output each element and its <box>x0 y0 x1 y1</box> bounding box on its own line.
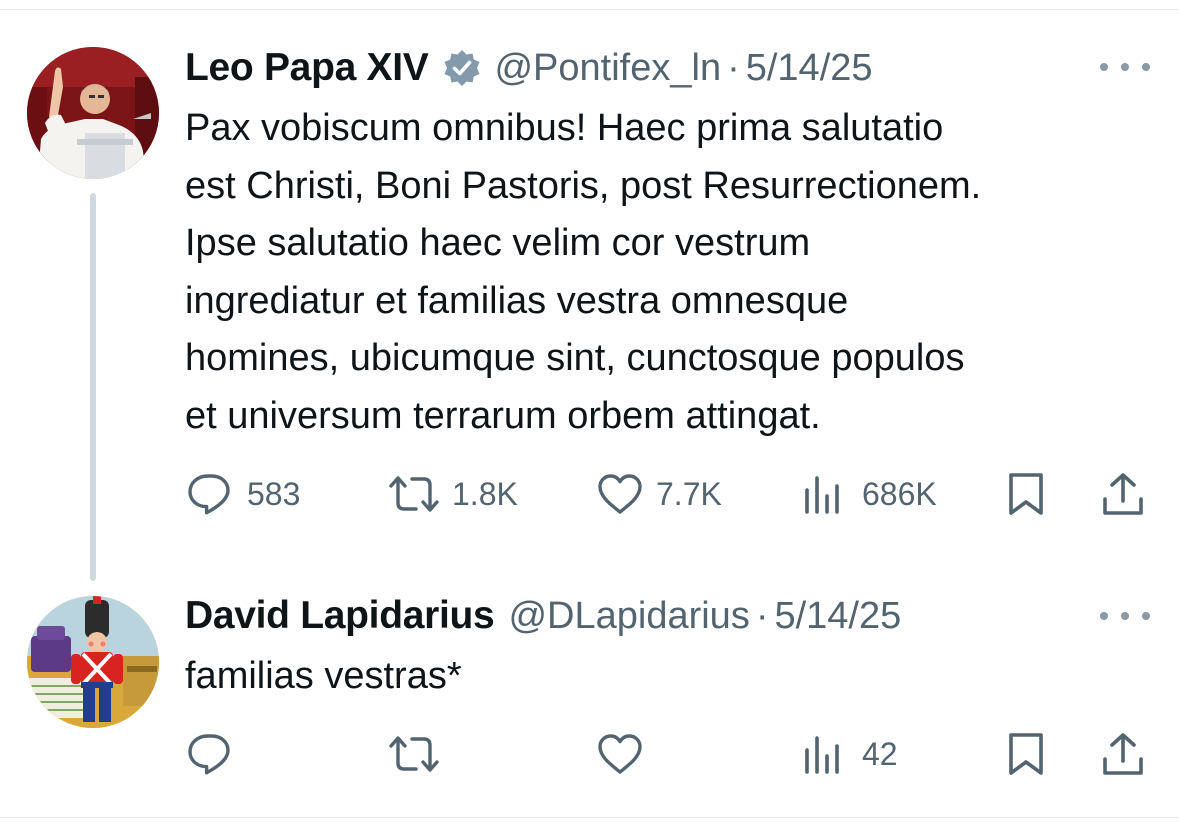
avatar-leo-papa[interactable] <box>27 47 159 179</box>
bookmark-icon <box>1009 733 1043 775</box>
tweet-text: familias vestras* <box>185 648 462 706</box>
repost-button[interactable]: 1.8K <box>386 464 518 524</box>
reply-icon <box>188 734 230 775</box>
author-name[interactable]: Leo Papa XIV <box>185 46 429 90</box>
tweet-header: Leo Papa XIV @Pontifex_ln · 5/14/25 <box>185 43 873 93</box>
tweet-text-line: familias vestras* <box>185 655 462 697</box>
tweet-text: Pax vobiscum omnibus! Haec prima salutat… <box>185 100 981 445</box>
repost-icon <box>389 736 439 772</box>
separator-dot: · <box>755 594 769 637</box>
repost-count: 1.8K <box>452 475 518 512</box>
tweet-text-line: Ipse salutatio haec velim cor vestrum <box>185 222 811 264</box>
bookmark-button[interactable] <box>1006 464 1046 524</box>
tweet-actions: 42 <box>0 724 1179 784</box>
like-button[interactable] <box>596 724 658 784</box>
avatar-photo-pope <box>27 47 159 179</box>
share-button[interactable] <box>1100 724 1146 784</box>
verified-badge-icon[interactable] <box>442 48 482 88</box>
bookmark-button[interactable] <box>1006 724 1046 784</box>
tweet-text-line: Pax vobiscum omnibus! Haec prima salutat… <box>185 107 944 149</box>
share-button[interactable] <box>1100 464 1146 524</box>
bookmark-icon <box>1009 473 1043 515</box>
tweet-actions: 583 1.8K 7.7K 686K <box>0 464 1179 524</box>
reply-button[interactable]: 583 <box>187 464 300 524</box>
tweet-text-line: et universum terrarum orbem attingat. <box>185 394 821 437</box>
views-button[interactable]: 42 <box>802 724 898 784</box>
heart-icon <box>598 734 642 774</box>
views-button[interactable]: 686K <box>802 464 937 524</box>
tweet-date[interactable]: 5/14/25 <box>746 47 873 90</box>
avatar-david-lapidarius[interactable] <box>27 596 159 728</box>
tweet-text-line: ingrediatur et familias vestra omnesque <box>185 279 849 322</box>
more-icon[interactable] <box>1100 52 1150 82</box>
like-button[interactable]: 7.7K <box>596 464 722 524</box>
author-handle[interactable]: @DLapidarius <box>508 595 749 638</box>
avatar-illustration-toy-soldier <box>27 596 159 728</box>
tweet-text-line: homines, ubicumque sint, cunctosque popu… <box>185 337 965 379</box>
bottom-divider <box>0 817 1179 818</box>
tweet-text-line: est Christi, Boni Pastoris, post Resurre… <box>185 164 982 207</box>
views-count: 42 <box>862 735 898 772</box>
author-name[interactable]: David Lapidarius <box>185 594 495 638</box>
views-icon <box>805 736 839 774</box>
views-count: 686K <box>862 475 937 512</box>
separator-dot: · <box>727 46 740 89</box>
heart-icon <box>598 474 642 514</box>
tweet-date[interactable]: 5/14/25 <box>774 595 901 638</box>
top-divider <box>0 9 1179 10</box>
reply-icon <box>188 474 230 515</box>
like-count: 7.7K <box>656 475 722 512</box>
views-icon <box>805 476 839 514</box>
tweet-thread: Leo Papa XIV @Pontifex_ln · 5/14/25 Pax … <box>0 0 1179 823</box>
share-icon <box>1103 733 1143 775</box>
share-icon <box>1103 473 1143 515</box>
more-icon[interactable] <box>1100 601 1150 631</box>
reply-button[interactable] <box>187 724 247 784</box>
reply-count: 583 <box>247 475 301 512</box>
author-handle[interactable]: @Pontifex_ln <box>494 47 721 90</box>
tweet-header: David Lapidarius @DLapidarius · 5/14/25 <box>185 591 901 641</box>
repost-icon <box>389 476 439 512</box>
repost-button[interactable] <box>386 724 456 784</box>
